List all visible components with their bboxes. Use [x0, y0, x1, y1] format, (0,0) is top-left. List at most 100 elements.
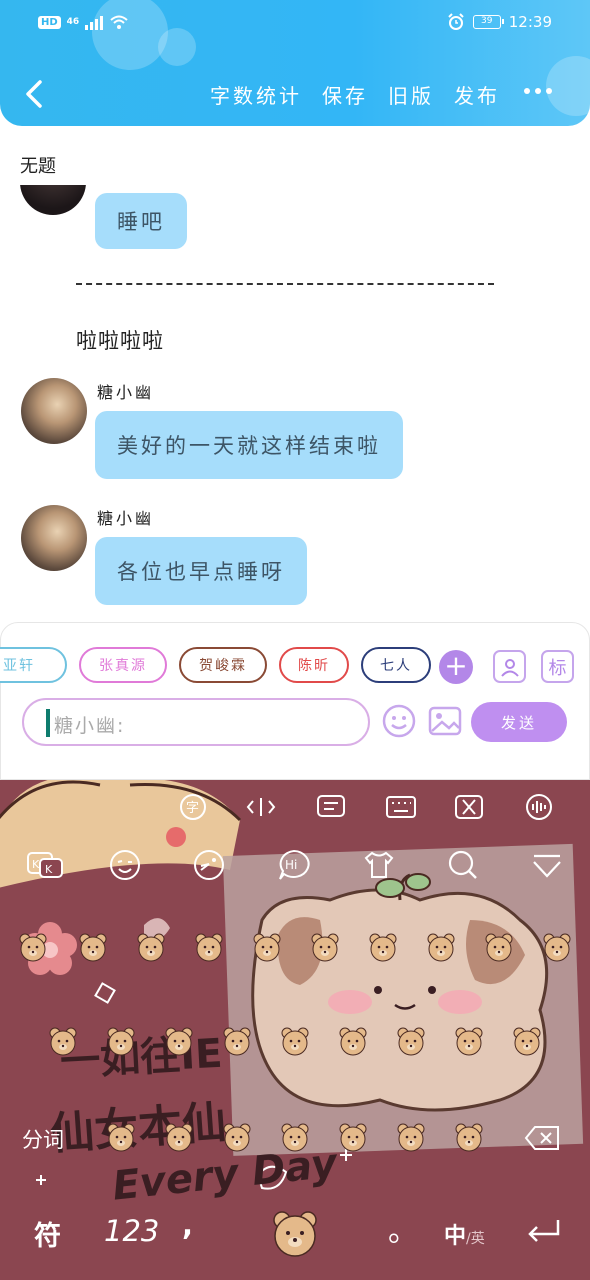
- clock: 12:39: [508, 13, 552, 31]
- bear-candidate-icon[interactable]: [194, 932, 224, 962]
- status-bar-left: HD 46: [38, 14, 129, 30]
- character-settings-button[interactable]: [493, 650, 526, 683]
- handwriting-key[interactable]: 字: [176, 792, 210, 822]
- segment-key[interactable]: 分词: [22, 1124, 64, 1154]
- hd-badge: HD: [38, 15, 61, 29]
- decor-bubble: [92, 0, 168, 70]
- kk-key[interactable]: KK: [26, 850, 63, 880]
- bear-candidate-icon[interactable]: [48, 1026, 78, 1056]
- search-key[interactable]: [446, 848, 480, 879]
- bear-candidate-icon[interactable]: [164, 1026, 194, 1056]
- bear-candidate-icon[interactable]: [542, 932, 572, 962]
- character-chip[interactable]: 陈昕: [279, 647, 349, 683]
- publish-button[interactable]: 发布: [454, 80, 500, 109]
- voice-key[interactable]: [522, 792, 556, 822]
- app-header: HD 46 39 12:39 字数统计 保存 旧版 发布: [0, 0, 590, 126]
- character-chip[interactable]: 贺峻霖: [179, 647, 267, 683]
- clipboard-key[interactable]: [314, 792, 348, 822]
- keyboard-layout-key[interactable]: [384, 792, 418, 822]
- bear-candidate-icon[interactable]: [164, 1122, 194, 1152]
- alarm-icon: [448, 13, 464, 30]
- battery-icon: 39: [472, 15, 504, 29]
- status-bar-right: 39 12:39: [447, 13, 552, 31]
- document-title: 无题: [20, 156, 56, 177]
- bear-candidate-icon[interactable]: [396, 1122, 426, 1152]
- character-chip[interactable]: 亚轩: [0, 647, 67, 683]
- tag-button[interactable]: 标: [541, 650, 574, 683]
- cut-key[interactable]: [452, 792, 486, 822]
- old-version-button[interactable]: 旧版: [388, 80, 434, 109]
- cursor-move-key[interactable]: [244, 792, 278, 822]
- space-key[interactable]: [270, 1208, 320, 1258]
- bear-candidate-icon[interactable]: [222, 1122, 252, 1152]
- bear-candidate-icon[interactable]: [106, 1026, 136, 1056]
- plain-text-line: 啦啦啦啦: [76, 329, 164, 353]
- enter-key[interactable]: [524, 1216, 564, 1246]
- language-secondary: /英: [466, 1231, 485, 1247]
- keyboard: 一如往IE 仙女本仙 Every Day 字 KK Hi 分词 符 123 , …: [0, 780, 590, 1280]
- wifi-icon: [110, 15, 128, 29]
- bear-candidate-icon[interactable]: [310, 932, 340, 962]
- bear-candidate-icon[interactable]: [426, 932, 456, 962]
- search-icon: [448, 850, 477, 879]
- bear-candidate-icon[interactable]: [280, 1122, 310, 1152]
- message-list-icon: [317, 795, 345, 817]
- message-input[interactable]: 糖小幽:: [22, 698, 370, 746]
- hide-keyboard-key[interactable]: [530, 848, 564, 878]
- language-toggle-key[interactable]: 中/英: [444, 1218, 494, 1249]
- svg-text:Hi: Hi: [285, 858, 297, 872]
- backspace-icon: [524, 1126, 559, 1150]
- text-caret: [46, 709, 50, 737]
- chat-content[interactable]: 睡吧 啦啦啦啦 糖小幽 美好的一天就这样结束啦 糖小幽 各位也早点睡呀: [0, 185, 590, 625]
- message-bubble[interactable]: 各位也早点睡呀: [95, 537, 307, 605]
- bear-candidate-icon[interactable]: [396, 1026, 426, 1056]
- bear-candidate-icon[interactable]: [368, 932, 398, 962]
- bear-candidate-icon[interactable]: [252, 932, 282, 962]
- character-chip[interactable]: 张真源: [79, 647, 167, 683]
- bear-candidate-icon[interactable]: [136, 932, 166, 962]
- keyboard-icon: [386, 796, 416, 818]
- backspace-key[interactable]: [524, 1124, 562, 1154]
- emoji-icon[interactable]: [381, 703, 417, 739]
- bear-candidate-icon[interactable]: [280, 1026, 310, 1056]
- more-menu-button[interactable]: [524, 88, 552, 94]
- chevron-left-icon: [26, 80, 42, 108]
- emoticon-key[interactable]: [192, 848, 226, 880]
- comma-key[interactable]: ,: [182, 1208, 193, 1242]
- add-character-button[interactable]: +: [439, 650, 473, 684]
- number-key[interactable]: 123: [104, 1214, 159, 1248]
- character-chip[interactable]: 七人: [361, 647, 431, 683]
- wink-icon: [110, 850, 140, 880]
- hi-key[interactable]: Hi: [276, 848, 310, 880]
- sender-name: 糖小幽: [97, 509, 155, 528]
- emoji-key[interactable]: [108, 848, 142, 880]
- bear-face-icon: [273, 1211, 317, 1257]
- hi-bubble-icon: Hi: [279, 849, 310, 880]
- send-button[interactable]: 发送: [471, 702, 567, 742]
- bear-candidate-icon[interactable]: [78, 932, 108, 962]
- character-icon: 字: [180, 794, 206, 820]
- image-icon[interactable]: [427, 703, 463, 739]
- bear-candidate-icon[interactable]: [222, 1026, 252, 1056]
- bear-candidate-icon[interactable]: [106, 1122, 136, 1152]
- word-count-button[interactable]: 字数统计: [210, 80, 302, 109]
- language-primary: 中: [444, 1224, 467, 1249]
- bear-candidate-icon[interactable]: [512, 1026, 542, 1056]
- sticker-text: 仙女本仙: [48, 1096, 228, 1161]
- bear-candidate-icon[interactable]: [454, 1122, 484, 1152]
- bear-candidate-icon[interactable]: [338, 1026, 368, 1056]
- pacman-icon: [194, 850, 224, 880]
- bear-candidate-icon[interactable]: [18, 932, 48, 962]
- skin-key[interactable]: [362, 848, 396, 878]
- bear-candidate-icon[interactable]: [484, 932, 514, 962]
- bear-candidate-icon[interactable]: [338, 1122, 368, 1152]
- message-bubble[interactable]: 睡吧: [95, 193, 187, 249]
- avatar: [21, 378, 87, 444]
- back-button[interactable]: [20, 74, 50, 114]
- save-button[interactable]: 保存: [322, 80, 368, 109]
- header-actions: 字数统计 保存 旧版 发布: [210, 80, 500, 109]
- symbol-key[interactable]: 符: [34, 1214, 61, 1253]
- bear-candidate-icon[interactable]: [454, 1026, 484, 1056]
- period-key[interactable]: 。: [388, 1206, 418, 1250]
- message-bubble[interactable]: 美好的一天就这样结束啦: [95, 411, 403, 479]
